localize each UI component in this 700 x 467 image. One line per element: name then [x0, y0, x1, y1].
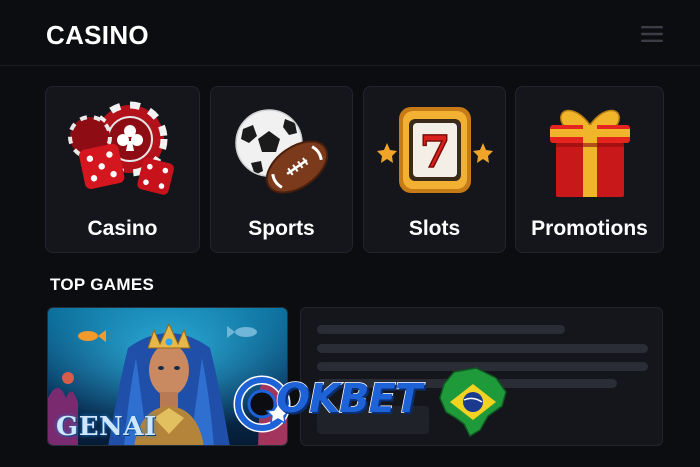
- brazil-map-flag-icon: [439, 367, 507, 438]
- category-card-promotions[interactable]: Promotions: [515, 86, 664, 253]
- category-card-casino[interactable]: Casino: [45, 86, 200, 253]
- category-card-sports[interactable]: Sports: [210, 86, 353, 253]
- top-games-heading: TOP GAMES: [50, 275, 155, 294]
- site-title[interactable]: CASINO: [46, 20, 149, 51]
- gift-box-icon: [549, 109, 630, 197]
- okbet-wordmark: OKBET: [275, 375, 423, 423]
- category-label-promotions: Promotions: [531, 217, 648, 240]
- category-label-slots: Slots: [408, 217, 461, 240]
- okbet-watermark: OKBET: [232, 366, 512, 442]
- skeleton-line: [317, 344, 648, 353]
- svg-text:7: 7: [419, 127, 450, 178]
- hamburger-menu-icon: [641, 26, 663, 42]
- category-label-sports: Sports: [248, 217, 315, 240]
- top-header: CASINO: [0, 0, 700, 66]
- category-card-slots[interactable]: 7 Slots: [363, 86, 506, 253]
- game-title-genai: GENAI: [56, 412, 157, 442]
- skeleton-line: [317, 325, 565, 334]
- soccer-football-icon: [234, 109, 328, 194]
- slot-machine-seven-icon: 7: [376, 107, 493, 193]
- category-label-casino: Casino: [87, 217, 158, 240]
- casino-chips-dice-icon: [67, 101, 174, 195]
- menu-button[interactable]: [636, 22, 668, 46]
